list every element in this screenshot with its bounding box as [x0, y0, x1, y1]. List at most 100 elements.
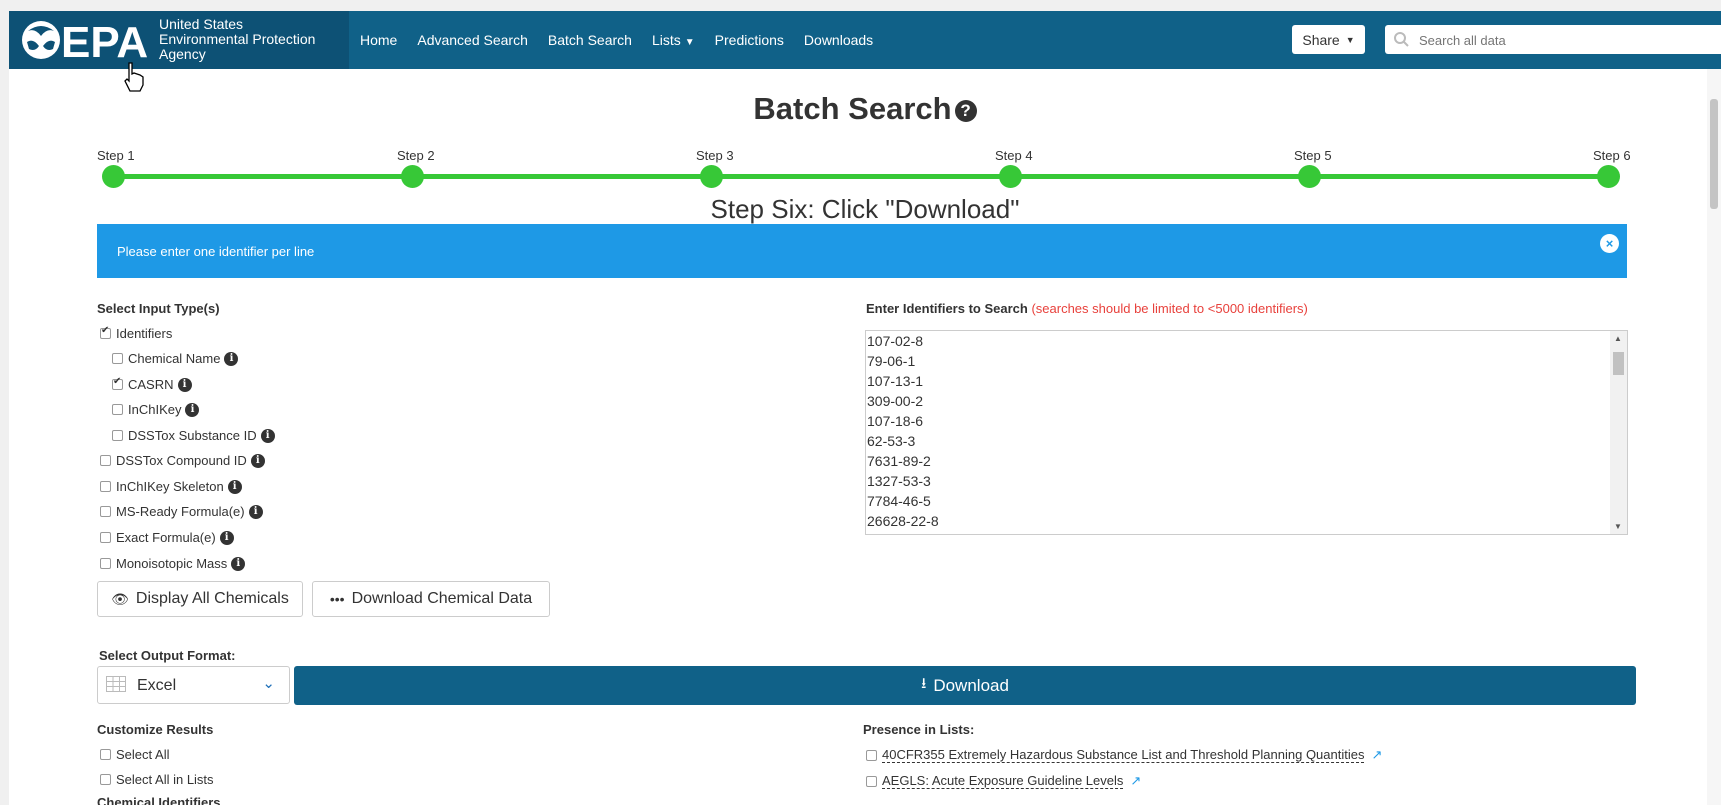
identifier-line: 107-18-6 [867, 413, 924, 429]
identifiers-warning: (searches should be limited to <5000 ide… [1031, 301, 1308, 316]
step-label: Step 6 [1593, 148, 1631, 163]
nav-home[interactable]: Home [360, 32, 397, 48]
checkbox[interactable] [100, 325, 111, 339]
checkbox-exact-formula[interactable]: Exact Formula(e) i [100, 530, 234, 545]
page-title-text: Batch Search [753, 91, 952, 126]
button-label: Display All Chemicals [135, 590, 289, 607]
nav-downloads[interactable]: Downloads [804, 32, 873, 48]
checkbox[interactable] [100, 506, 111, 517]
nav-links: Home Advanced Search Batch Search Lists ▼… [360, 11, 893, 69]
checkbox-dsstox-compound-id[interactable]: DSSTox Compound ID i [100, 453, 265, 468]
scroll-down-arrow-icon[interactable]: ▼ [1614, 522, 1622, 531]
close-icon[interactable]: × [1600, 234, 1619, 253]
top-navbar: EPA United States Environmental Protecti… [9, 11, 1721, 69]
info-icon[interactable]: i [177, 377, 192, 392]
step-dot[interactable] [1298, 165, 1321, 188]
output-format-value: Excel [137, 677, 177, 694]
checkbox[interactable] [100, 558, 111, 569]
checkbox[interactable] [112, 430, 123, 441]
checkbox-ms-ready-formula[interactable]: MS-Ready Formula(e) i [100, 504, 263, 519]
display-all-chemicals-button[interactable]: 👁 Display All Chemicals [97, 581, 303, 617]
step-label: Step 2 [397, 148, 435, 163]
checkbox[interactable] [100, 749, 111, 760]
global-search [1385, 25, 1721, 54]
nav-lists[interactable]: Lists ▼ [652, 32, 695, 48]
checkbox-chemical-name[interactable]: Chemical Name i [112, 351, 239, 366]
help-icon[interactable]: ? [954, 99, 977, 122]
checkbox-label: InChIKey [128, 402, 182, 417]
checkbox[interactable] [100, 774, 111, 785]
nav-lists-label: Lists [651, 32, 681, 48]
eye-icon: 👁 [111, 590, 129, 607]
checkbox[interactable] [866, 775, 877, 787]
identifier-line: 309-00-2 [867, 393, 924, 409]
page-scrollbar[interactable] [1707, 69, 1721, 805]
agency-line: United States [159, 16, 244, 32]
step-heading: Step Six: Click "Download" [710, 194, 1020, 224]
scroll-up-arrow-icon[interactable]: ▲ [1614, 334, 1622, 343]
textarea-scrollbar[interactable]: ▲ ▼ [1610, 331, 1627, 534]
info-icon[interactable]: i [248, 504, 263, 519]
epa-logo: EPA [22, 18, 148, 64]
download-chemical-data-button[interactable]: ••• Download Chemical Data [312, 581, 550, 617]
textarea-scroll-thumb[interactable] [1613, 352, 1624, 375]
checkbox-label: InChIKey Skeleton [116, 479, 224, 494]
info-icon[interactable]: i [185, 402, 200, 417]
info-alert: Please enter one identifier per line × [97, 224, 1627, 278]
share-button[interactable]: Share ▼ [1292, 25, 1365, 54]
checkbox[interactable] [112, 353, 123, 364]
step-progress-line [114, 174, 1610, 179]
identifiers-textarea[interactable]: 107-02-8 79-06-1 107-13-1 309-00-2 107-1… [865, 330, 1628, 535]
info-icon[interactable]: i [227, 479, 242, 494]
checkbox-dsstox-substance-id[interactable]: DSSTox Substance ID i [112, 428, 275, 443]
search-icon [1394, 32, 1409, 47]
checkbox-monoisotopic-mass[interactable]: Monoisotopic Mass i [100, 556, 246, 571]
chemical-identifiers-heading: Chemical Identifiers [97, 795, 221, 805]
step-dot[interactable] [1597, 165, 1620, 188]
list-link[interactable]: 40CFR355 Extremely Hazardous Substance L… [882, 747, 1365, 763]
step-dot[interactable] [700, 165, 723, 188]
checkbox[interactable] [112, 376, 123, 390]
checkbox[interactable] [112, 404, 123, 415]
info-icon[interactable]: i [219, 530, 234, 545]
checkbox[interactable] [100, 455, 111, 466]
info-icon[interactable]: i [224, 351, 239, 366]
epa-brand[interactable]: EPA United States Environmental Protecti… [9, 11, 349, 69]
identifiers-label-text: Enter Identifiers to Search [866, 301, 1028, 316]
checkbox-select-all-in-lists[interactable]: Select All in Lists [100, 772, 214, 787]
checkbox[interactable] [100, 481, 111, 492]
external-link-icon[interactable]: ↗ [1371, 747, 1382, 763]
agency-name: United States Environmental Protection A… [159, 17, 315, 62]
checkbox-identifiers[interactable]: Identifiers [100, 325, 172, 341]
epa-wordmark: EPA [61, 18, 148, 64]
info-icon[interactable]: i [231, 556, 246, 571]
download-button[interactable]: ⭳ Download [294, 666, 1636, 705]
checkbox[interactable] [100, 532, 111, 543]
step-dot[interactable] [999, 165, 1022, 188]
chevron-down-icon: ▼ [684, 37, 695, 48]
step-dot[interactable] [401, 165, 424, 188]
step-dot[interactable] [102, 165, 125, 188]
external-link-icon[interactable]: ↗ [1130, 773, 1141, 789]
checkbox-inchikey-skeleton[interactable]: InChIKey Skeleton i [100, 479, 242, 494]
checkbox-select-all[interactable]: Select All [100, 747, 169, 762]
step-label: Step 4 [995, 148, 1033, 163]
step-label: Step 3 [696, 148, 734, 163]
list-item-40cfr355[interactable]: 40CFR355 Extremely Hazardous Substance L… [866, 747, 1382, 763]
identifier-line: 7631-89-2 [867, 453, 931, 469]
nav-advanced-search[interactable]: Advanced Search [417, 32, 528, 48]
info-icon[interactable]: i [250, 453, 265, 468]
nav-batch-search[interactable]: Batch Search [548, 32, 632, 48]
identifier-line: 79-06-1 [867, 353, 916, 369]
nav-predictions[interactable]: Predictions [715, 32, 784, 48]
checkbox[interactable] [866, 749, 877, 761]
checkbox-casrn[interactable]: CASRNi [112, 376, 192, 392]
info-icon[interactable]: i [260, 428, 275, 443]
search-input[interactable] [1417, 29, 1711, 51]
output-format-select[interactable]: Excel ⌄ [97, 666, 290, 704]
table-grid-icon [106, 676, 126, 692]
list-link[interactable]: AEGLS: Acute Exposure Guideline Levels [882, 773, 1124, 789]
checkbox-label: DSSTox Compound ID [116, 453, 247, 468]
checkbox-inchikey[interactable]: InChIKey i [112, 402, 200, 417]
list-item-aegls[interactable]: AEGLS: Acute Exposure Guideline Levels ↗ [866, 773, 1141, 789]
